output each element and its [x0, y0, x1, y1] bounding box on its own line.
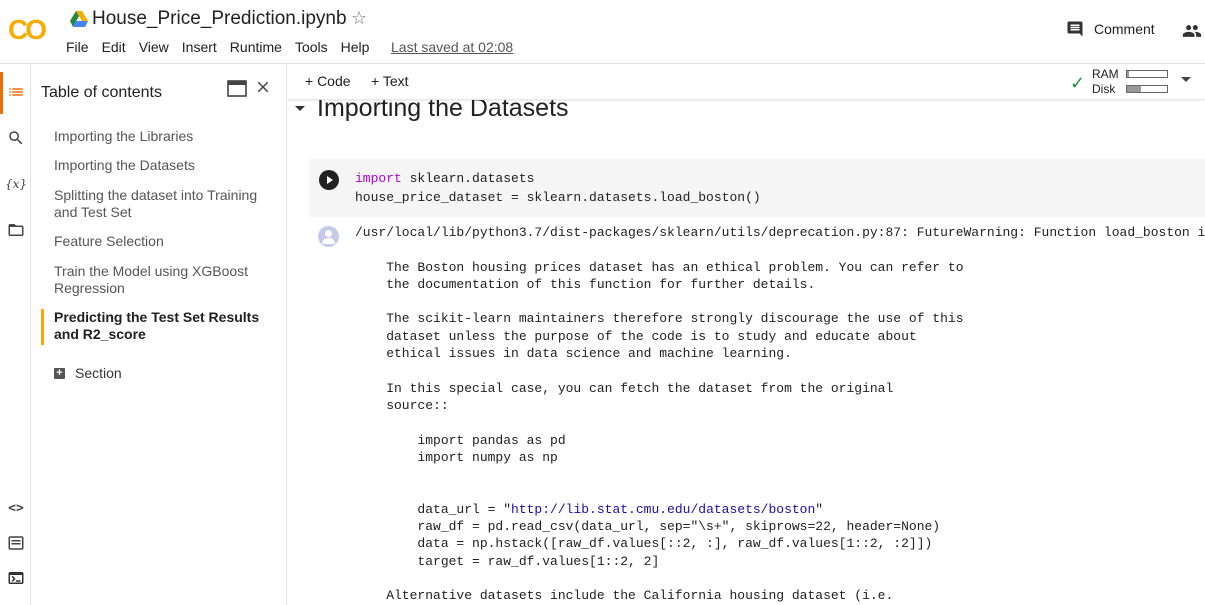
collapse-caret-icon[interactable]: [295, 106, 305, 111]
last-saved-link[interactable]: Last saved at 02:08: [391, 39, 513, 55]
open-in-tab-icon[interactable]: [227, 80, 247, 98]
output-code: raw_df = pd.read_csv(data_url, sep="\s+"…: [417, 519, 941, 569]
output-para: The Boston housing prices dataset has an…: [386, 259, 964, 292]
terminal-icon[interactable]: [6, 568, 26, 588]
toc-item[interactable]: Importing the Datasets: [54, 157, 282, 174]
menu-edit[interactable]: Edit: [102, 39, 126, 55]
output-avatar-icon[interactable]: [318, 226, 339, 247]
add-box-icon: +: [54, 367, 65, 379]
add-code-button[interactable]: + Code: [305, 73, 351, 89]
output-para: The scikit-learn maintainers therefore s…: [386, 311, 964, 362]
notebook-title[interactable]: House_Price_Prediction.ipynb: [92, 8, 347, 30]
toc-item[interactable]: Splitting the dataset into Training and …: [54, 187, 282, 221]
cell-code[interactable]: import sklearn.datasets house_price_data…: [355, 169, 761, 207]
left-rail: {x} <>: [0, 64, 31, 605]
dataset-link[interactable]: http://lib.stat.cmu.edu/datasets/boston: [511, 502, 815, 517]
code-cell[interactable]: import sklearn.datasets house_price_data…: [309, 159, 1205, 217]
connected-check-icon: ✓: [1070, 73, 1086, 93]
disk-label: Disk: [1092, 82, 1116, 96]
notebook-main: + Code + Text ✓ RAM Disk Importing the D…: [288, 64, 1205, 605]
notebook-toolbar: + Code + Text ✓ RAM Disk: [288, 64, 1205, 100]
ram-fill: [1127, 71, 1129, 77]
colab-app: CO House_Price_Prediction.ipynb ☆ File E…: [0, 0, 1205, 605]
rail-active-indicator: [0, 72, 3, 114]
toc-active-indicator: [41, 309, 44, 345]
warning-line: /usr/local/lib/python3.7/dist-packages/s…: [355, 225, 1205, 240]
close-icon[interactable]: [254, 78, 272, 96]
header: CO House_Price_Prediction.ipynb ☆ File E…: [0, 0, 1205, 64]
toc-item-active[interactable]: Predicting the Test Set Results and R2_s…: [54, 309, 282, 343]
toc-item[interactable]: Importing the Libraries: [54, 128, 282, 145]
toc-icon[interactable]: [6, 82, 26, 102]
output-para: In this special case, you can fetch the …: [386, 380, 894, 413]
menu-bar: File Edit View Insert Runtime Tools Help: [66, 39, 382, 55]
menu-file[interactable]: File: [66, 39, 89, 55]
menu-tools[interactable]: Tools: [295, 39, 328, 55]
star-icon[interactable]: ☆: [351, 8, 367, 29]
people-icon[interactable]: [1181, 21, 1203, 41]
url-prefix: data_url = ": [355, 501, 512, 517]
comment-label: Comment: [1094, 21, 1155, 37]
add-text-button[interactable]: + Text: [371, 73, 409, 89]
ram-label: RAM: [1092, 67, 1119, 81]
comment-icon: [1067, 21, 1083, 37]
folder-icon[interactable]: [6, 220, 26, 240]
toc-item[interactable]: Train the Model using XGBoost Regression: [54, 263, 282, 297]
table-of-contents-panel: Table of contents Importing the Librarie…: [31, 64, 287, 605]
output-para: Alternative datasets include the Califor…: [355, 588, 894, 604]
command-palette-icon[interactable]: [6, 533, 26, 553]
code-line-2: house_price_dataset = sklearn.datasets.l…: [355, 190, 761, 205]
menu-help[interactable]: Help: [341, 39, 370, 55]
ram-bar: [1126, 70, 1168, 78]
run-cell-button[interactable]: [319, 170, 339, 190]
drive-icon[interactable]: [70, 11, 88, 27]
disk-fill: [1127, 86, 1141, 92]
disk-bar: [1126, 85, 1168, 93]
variables-icon[interactable]: {x}: [5, 174, 27, 194]
code-line-1: sklearn.datasets: [401, 171, 535, 186]
menu-insert[interactable]: Insert: [182, 39, 217, 55]
output-code: import pandas as pd import numpy as np: [417, 432, 566, 465]
chevron-down-icon[interactable]: [1181, 77, 1191, 82]
toc-title: Table of contents: [41, 84, 162, 101]
code-keyword: import: [355, 171, 402, 186]
toc-item[interactable]: Feature Selection: [54, 233, 282, 250]
add-section-button[interactable]: + Section: [54, 365, 122, 381]
colab-logo[interactable]: CO: [8, 14, 47, 46]
code-snippets-icon[interactable]: <>: [6, 498, 26, 518]
menu-view[interactable]: View: [139, 39, 169, 55]
search-icon[interactable]: [6, 128, 26, 148]
cell-output: /usr/local/lib/python3.7/dist-packages/s…: [355, 224, 1205, 605]
menu-runtime[interactable]: Runtime: [230, 39, 282, 55]
url-suffix: ": [815, 501, 824, 517]
section-label: Section: [75, 365, 122, 381]
logo-text: CO: [8, 14, 47, 45]
comment-button[interactable]: Comment: [1066, 20, 1155, 38]
